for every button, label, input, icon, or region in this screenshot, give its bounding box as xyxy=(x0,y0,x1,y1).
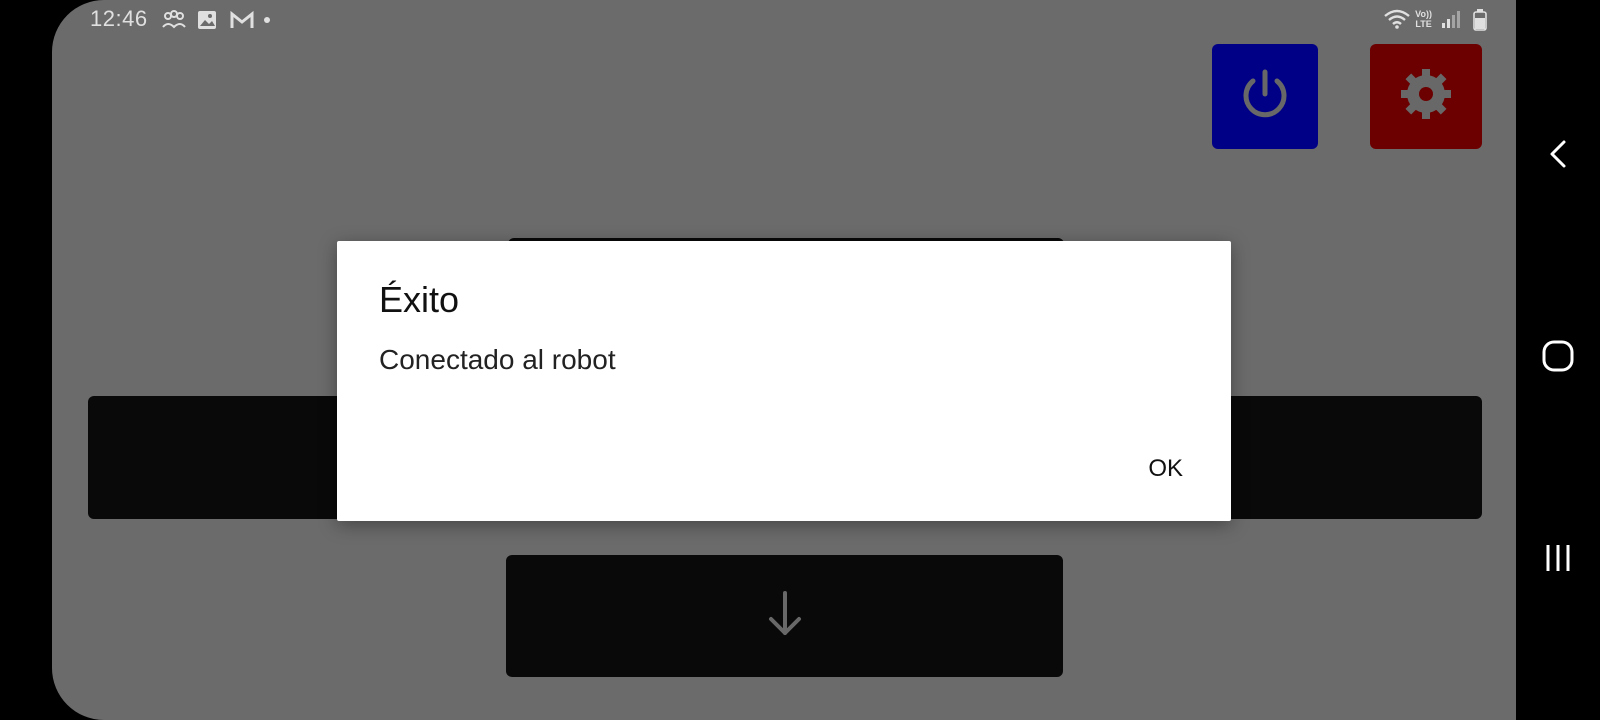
home-button[interactable] xyxy=(1534,334,1582,382)
dialog-title: Éxito xyxy=(379,279,460,320)
ok-button[interactable]: OK xyxy=(1142,451,1189,487)
back-button[interactable] xyxy=(1534,132,1582,180)
recent-apps-icon xyxy=(1543,542,1573,579)
back-icon xyxy=(1546,138,1570,175)
alert-dialog: Éxito Conectado al robot OK xyxy=(337,241,1231,521)
navigation-bar xyxy=(1516,0,1600,720)
recent-apps-button[interactable] xyxy=(1534,536,1582,584)
home-icon xyxy=(1541,339,1575,378)
dialog-message: Conectado al robot xyxy=(379,344,616,375)
app-screen: 12:46 Vo)) LTE Éxito Conectado al robot … xyxy=(52,0,1516,720)
